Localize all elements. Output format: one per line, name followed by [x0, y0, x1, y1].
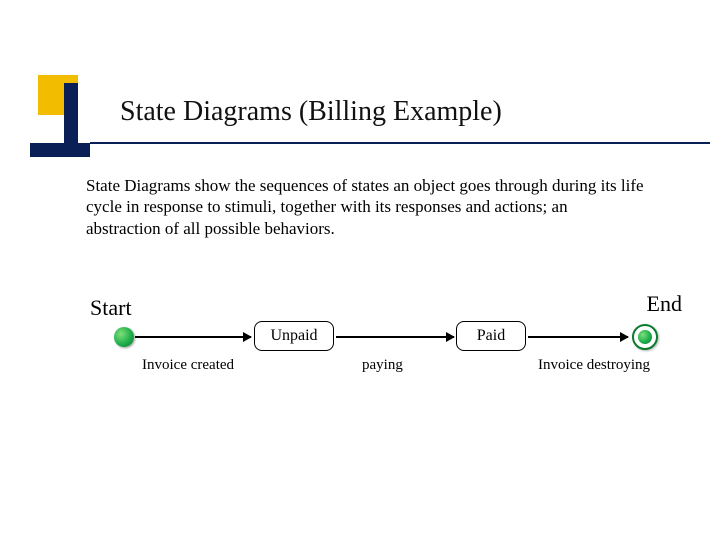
slide-corner-decoration [30, 75, 90, 157]
transition-arrow-1 [135, 336, 251, 338]
end-node-icon [632, 324, 658, 350]
transition-label-1: Invoice created [142, 357, 234, 374]
transition-arrow-3 [528, 336, 628, 338]
state-diagram: Start End Unpaid Paid Invoice created pa… [68, 295, 688, 415]
state-unpaid: Unpaid [254, 321, 334, 351]
start-label: Start [90, 295, 132, 321]
state-paid: Paid [456, 321, 526, 351]
end-node-inner [638, 330, 652, 344]
slide-title: State Diagrams (Billing Example) [120, 96, 502, 128]
slide-description: State Diagrams show the sequences of sta… [86, 175, 646, 239]
start-node-icon [114, 327, 134, 347]
end-label: End [647, 291, 682, 317]
transition-arrow-2 [336, 336, 454, 338]
transition-label-3: Invoice destroying [538, 357, 650, 374]
transition-label-2: paying [362, 357, 403, 374]
corner-navy-horizontal [30, 143, 90, 157]
title-underline [90, 142, 710, 144]
